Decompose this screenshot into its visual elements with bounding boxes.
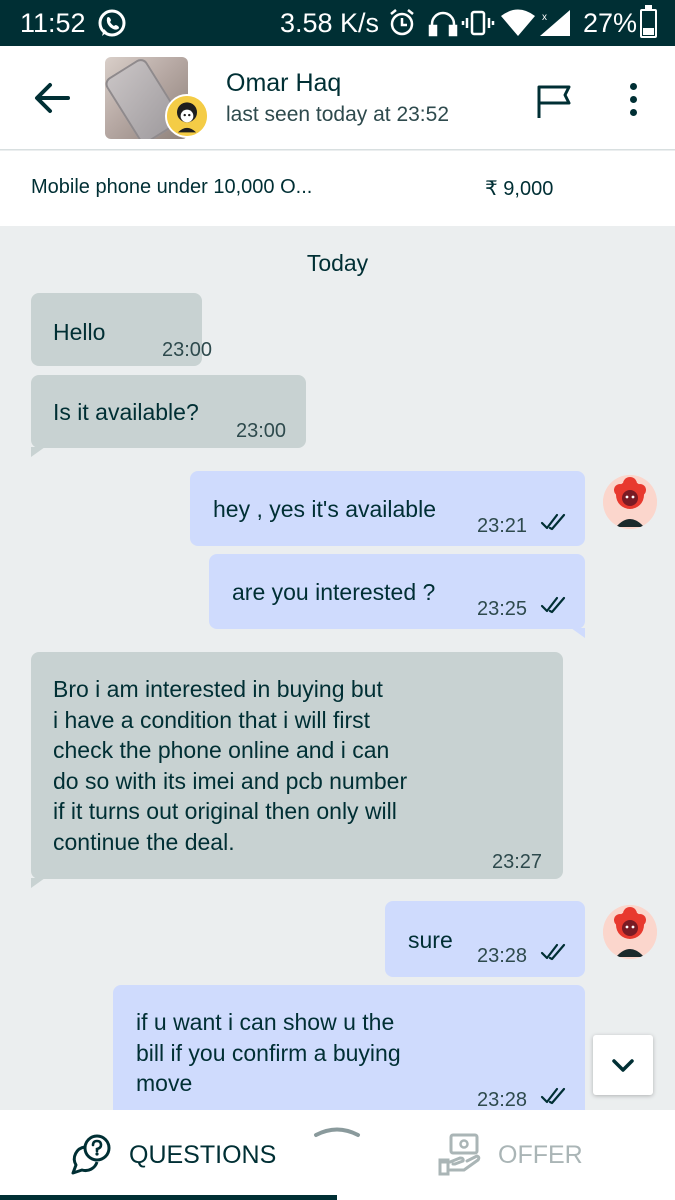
status-bar: 11:52 3.58 K/s x 27% bbox=[0, 0, 675, 46]
message-line: if it turns out original then only will bbox=[53, 798, 397, 824]
message-line: move bbox=[136, 1070, 193, 1096]
tab-offer-label: OFFER bbox=[498, 1141, 583, 1169]
message-line: Bro i am interested in buying but bbox=[53, 676, 383, 702]
alarm-icon bbox=[390, 9, 414, 36]
chevron-down-icon bbox=[612, 1059, 634, 1072]
message-line: bill if you confirm a buying bbox=[136, 1039, 401, 1066]
outgoing-message[interactable]: sure 23:28 bbox=[385, 901, 585, 977]
message-text: are you interested ? bbox=[232, 579, 436, 605]
double-check-icon bbox=[540, 943, 566, 961]
clock: 11:52 bbox=[20, 8, 86, 38]
message-time: 23:28 bbox=[477, 945, 528, 967]
active-tab-indicator bbox=[0, 1195, 337, 1200]
vibrate-icon bbox=[461, 10, 495, 36]
message-line: i have a condition that i will first bbox=[53, 706, 371, 733]
back-arrow-icon[interactable] bbox=[30, 76, 74, 120]
date-separator: Today bbox=[306, 250, 369, 276]
headset-icon bbox=[428, 11, 458, 37]
message-time: 23:25 bbox=[477, 598, 528, 620]
message-text: Bro i am interested in buying but i have… bbox=[53, 674, 407, 857]
bottom-tab-bar: QUESTIONS OFFER bbox=[0, 1110, 675, 1200]
message-time: 23:00 bbox=[236, 420, 287, 442]
outgoing-message[interactable]: hey , yes it's available 23:21 bbox=[190, 471, 585, 546]
tab-questions-label: QUESTIONS bbox=[129, 1141, 277, 1169]
message-time: 23:27 bbox=[492, 851, 543, 873]
double-check-icon bbox=[540, 1087, 566, 1105]
scroll-to-bottom-button[interactable] bbox=[593, 1035, 653, 1095]
outgoing-message[interactable]: if u want i can show u the bill if you c… bbox=[113, 985, 585, 1120]
ad-summary[interactable]: Mobile phone under 10,000 O... ₹ 9,000 bbox=[0, 151, 675, 226]
offer-icon bbox=[438, 1133, 481, 1176]
ad-title: Mobile phone under 10,000 O... bbox=[31, 176, 313, 198]
double-check-icon bbox=[540, 513, 566, 531]
message-line: if u want i can show u the bbox=[136, 1009, 395, 1035]
my-avatar bbox=[603, 905, 657, 959]
incoming-message[interactable]: Is it available? 23:00 bbox=[31, 375, 306, 457]
more-options-icon[interactable] bbox=[619, 80, 647, 120]
whatsapp-icon bbox=[98, 9, 126, 37]
status-icons: x bbox=[390, 9, 570, 37]
battery-percent: 27% bbox=[583, 8, 638, 38]
message-text: sure bbox=[408, 927, 453, 953]
incoming-message[interactable]: Bro i am interested in buying but i have… bbox=[31, 652, 563, 888]
contact-avatar[interactable] bbox=[165, 94, 209, 138]
flag-icon[interactable] bbox=[535, 82, 575, 122]
questions-icon bbox=[71, 1134, 111, 1175]
message-time: 23:21 bbox=[477, 515, 528, 537]
svg-text:x: x bbox=[542, 12, 547, 23]
signal-icon: x bbox=[540, 10, 570, 36]
message-time: 23:00 bbox=[162, 339, 213, 361]
tab-questions[interactable]: QUESTIONS bbox=[0, 1110, 337, 1200]
my-avatar bbox=[603, 475, 657, 529]
message-line: check the phone online and i can bbox=[53, 737, 390, 763]
message-text: Hello bbox=[53, 319, 106, 345]
double-check-icon bbox=[540, 596, 566, 614]
message-text: Is it available? bbox=[53, 399, 199, 425]
message-text: hey , yes it's available bbox=[213, 496, 437, 522]
network-speed: 3.58 K/s bbox=[280, 8, 380, 38]
message-text: if u want i can show u the bill if you c… bbox=[136, 1007, 401, 1099]
battery-icon bbox=[640, 5, 657, 38]
message-line: continue the deal. bbox=[53, 828, 235, 855]
message-line: do so with its imei and pcb number bbox=[53, 767, 408, 794]
outgoing-message[interactable]: are you interested ? 23:25 bbox=[209, 554, 585, 638]
last-seen-status: last seen today at 23:52 bbox=[226, 103, 449, 126]
wifi-icon bbox=[501, 9, 535, 36]
chat-header: Omar Haq last seen today at 23:52 bbox=[0, 46, 675, 150]
incoming-message[interactable]: Hello 23:00 bbox=[31, 293, 212, 366]
contact-name[interactable]: Omar Haq bbox=[226, 69, 341, 98]
ad-price: ₹ 9,000 bbox=[485, 178, 554, 200]
tab-offer[interactable]: OFFER bbox=[337, 1110, 675, 1200]
